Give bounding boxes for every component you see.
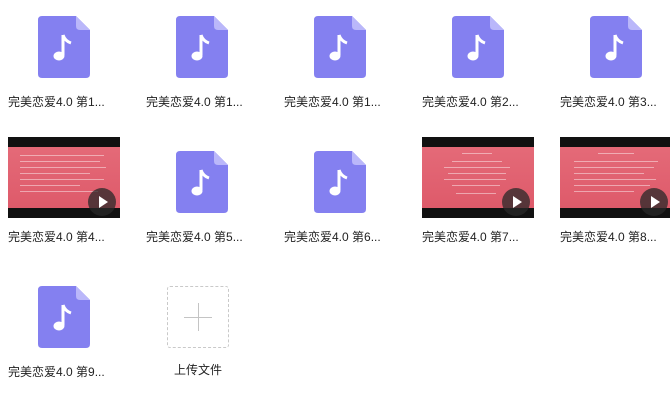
plus-icon[interactable]: [167, 286, 229, 348]
play-icon[interactable]: [640, 188, 668, 216]
music-file-icon: [176, 151, 228, 213]
file-tile[interactable]: 完美恋爱4.0 第1...: [0, 2, 128, 132]
music-file-icon: [452, 16, 504, 78]
video-thumbnail: [8, 137, 120, 218]
music-file-icon: [590, 16, 642, 78]
file-tile[interactable]: 完美恋爱4.0 第1...: [138, 2, 266, 132]
file-name: 完美恋爱4.0 第1...: [8, 95, 105, 109]
file-tile[interactable]: 完美恋爱4.0 第2...: [414, 2, 542, 132]
file-name: 完美恋爱4.0 第7...: [422, 230, 519, 244]
file-name: 完美恋爱4.0 第6...: [284, 230, 381, 244]
file-tile[interactable]: 完美恋爱4.0 第7...: [414, 137, 542, 267]
video-thumbnail: [422, 137, 534, 218]
upload-tile[interactable]: 上传文件: [134, 270, 262, 400]
video-thumbnail: [560, 137, 670, 218]
upload-label: 上传文件: [173, 363, 222, 377]
file-tile[interactable]: 完美恋爱4.0 第4...: [0, 137, 128, 267]
file-name: 完美恋爱4.0 第5...: [146, 230, 243, 244]
file-name: 完美恋爱4.0 第3...: [560, 95, 657, 109]
play-icon[interactable]: [88, 188, 116, 216]
music-file-icon: [38, 16, 90, 78]
file-name: 完美恋爱4.0 第4...: [8, 230, 105, 244]
music-file-icon: [176, 16, 228, 78]
music-file-icon: [314, 16, 366, 78]
file-name: 完美恋爱4.0 第8...: [560, 230, 657, 244]
file-tile[interactable]: 完美恋爱4.0 第3...: [552, 2, 670, 132]
music-file-icon: [314, 151, 366, 213]
file-name: 完美恋爱4.0 第1...: [284, 95, 381, 109]
file-name: 完美恋爱4.0 第9...: [8, 365, 105, 379]
file-name: 完美恋爱4.0 第2...: [422, 95, 519, 109]
file-name: 完美恋爱4.0 第1...: [146, 95, 243, 109]
file-tile[interactable]: 完美恋爱4.0 第5...: [138, 137, 266, 267]
file-tile[interactable]: 完美恋爱4.0 第8...: [552, 137, 670, 267]
play-icon[interactable]: [502, 188, 530, 216]
file-tile[interactable]: 完美恋爱4.0 第6...: [276, 137, 404, 267]
file-tile[interactable]: 完美恋爱4.0 第1...: [276, 2, 404, 132]
music-file-icon: [38, 286, 90, 348]
